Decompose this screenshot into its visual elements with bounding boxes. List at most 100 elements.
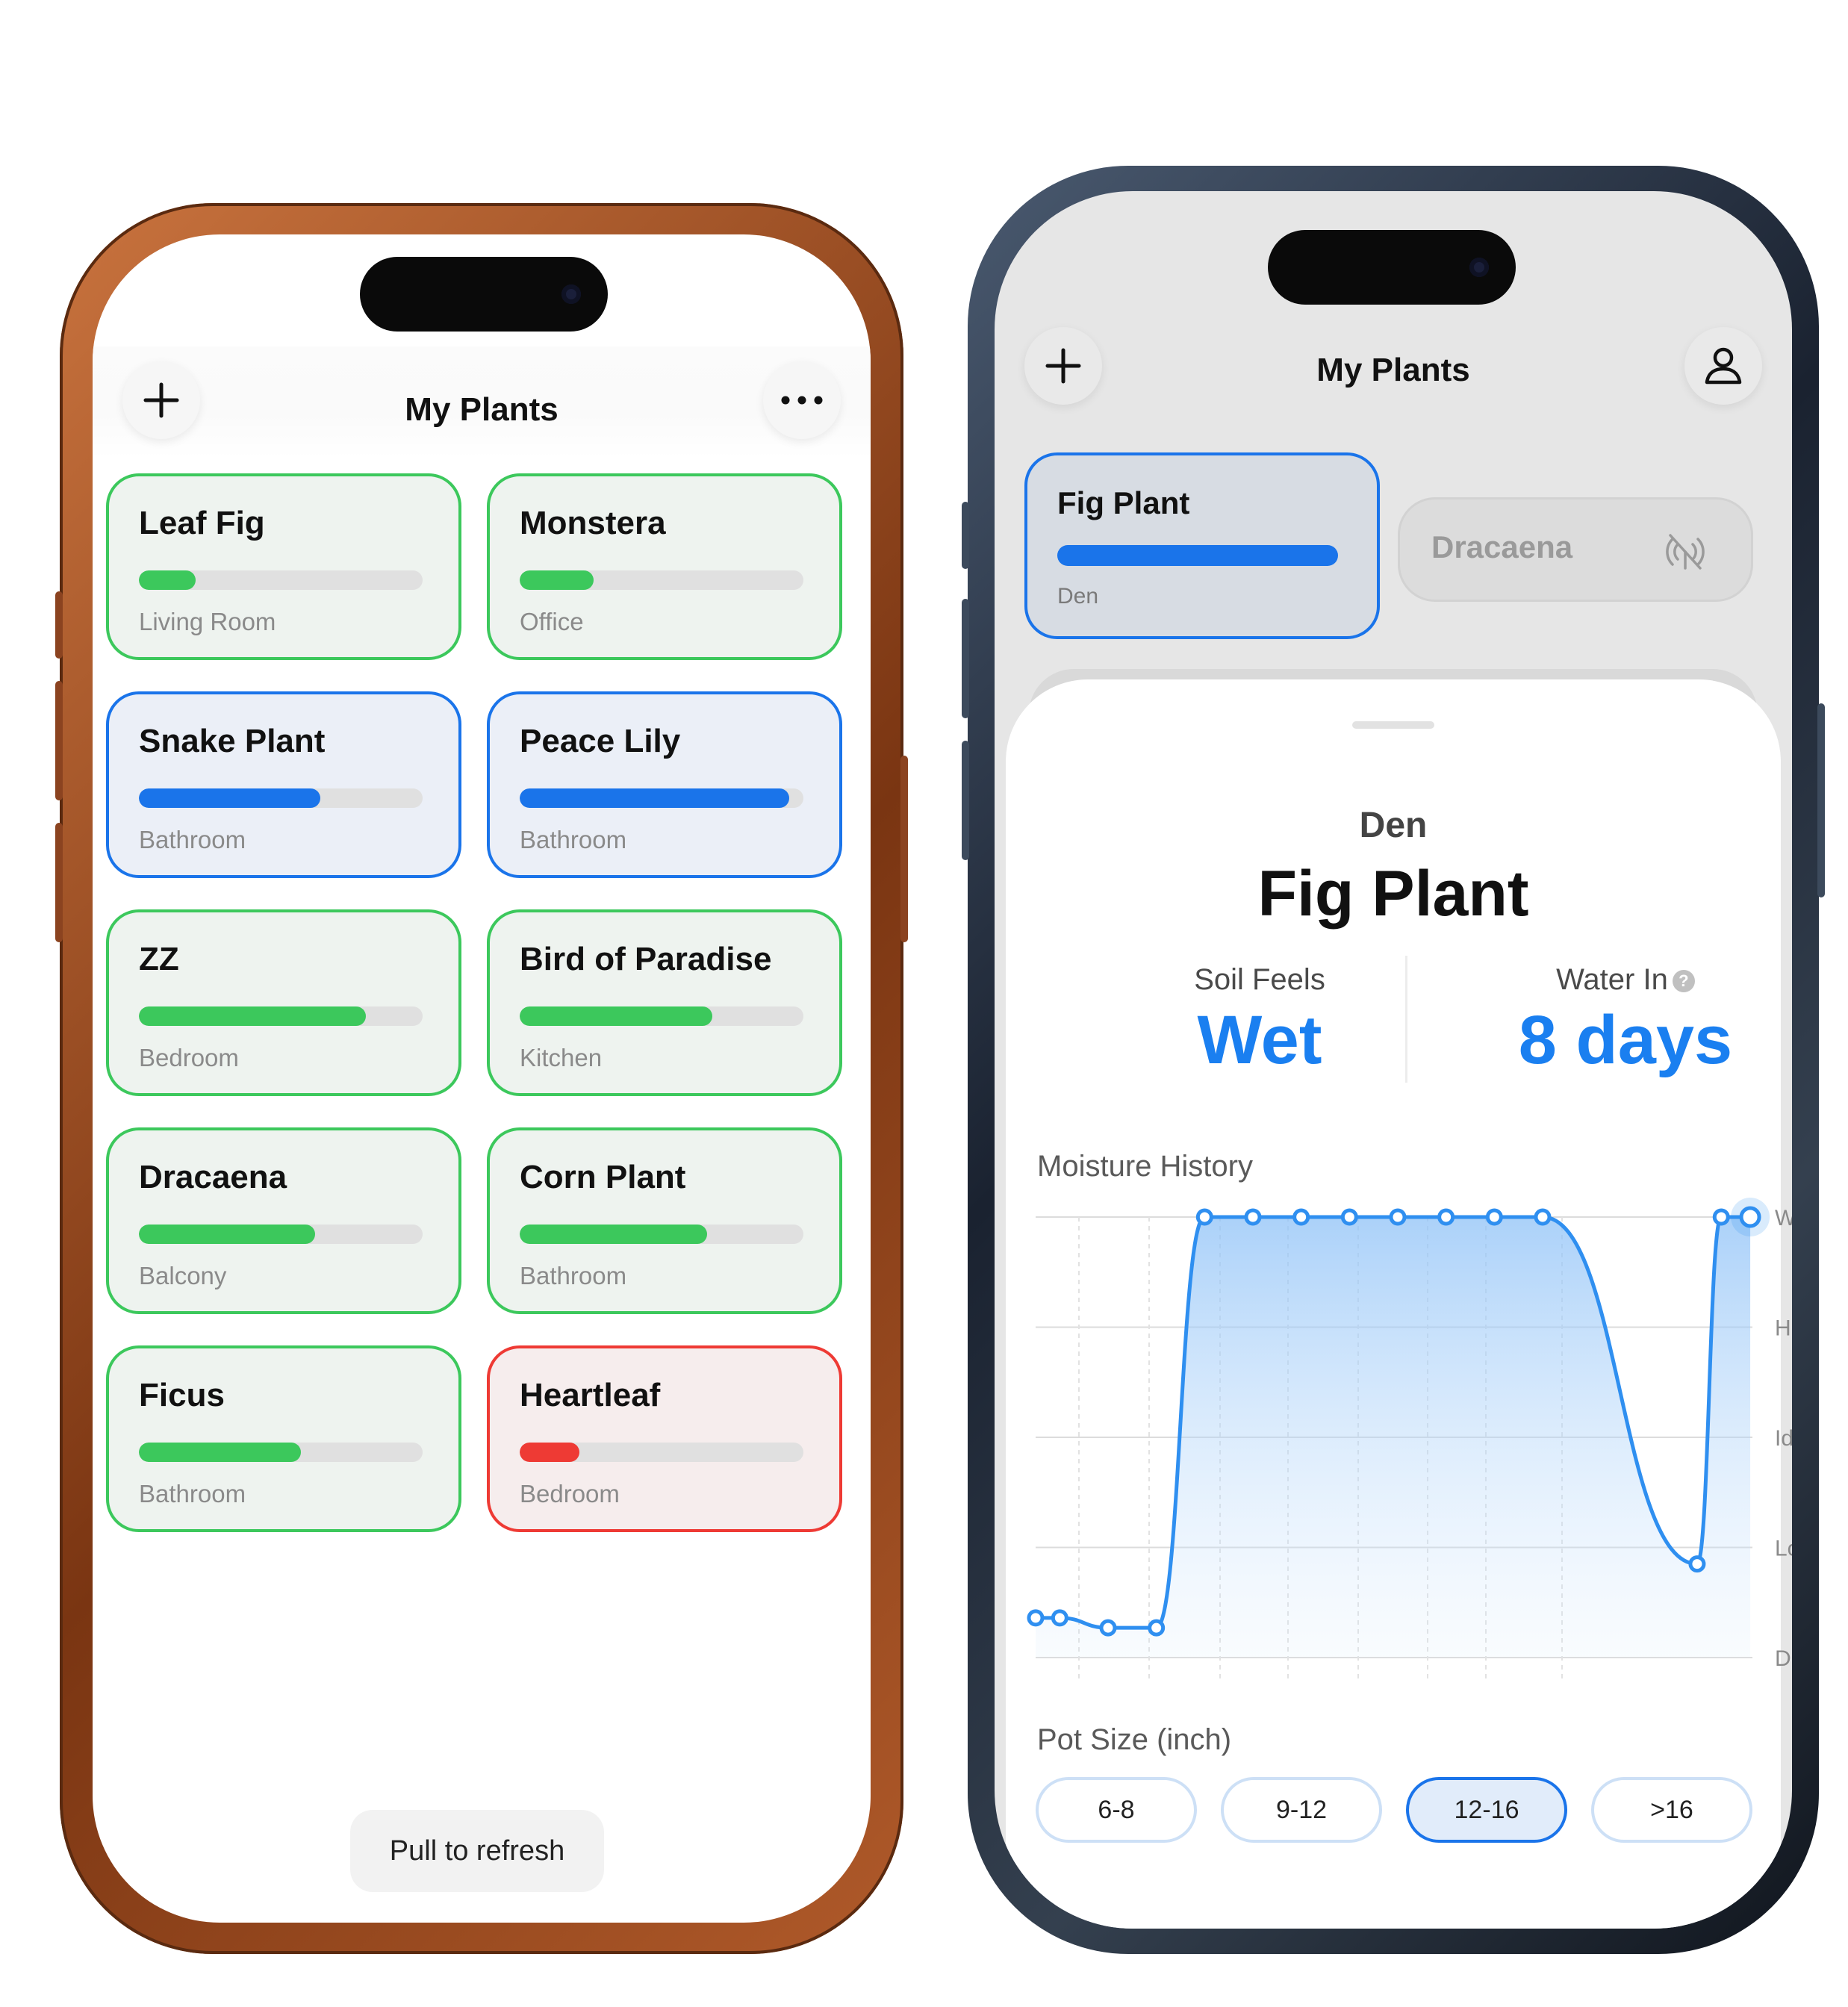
- plant-name: Monstera: [520, 505, 666, 541]
- data-point: [1051, 1609, 1068, 1627]
- plant-card[interactable]: Snake Plant Bathroom: [106, 691, 461, 878]
- soil-stat: Soil Feels Wet: [1080, 963, 1439, 1080]
- plant-tab-room: Den: [1057, 584, 1099, 609]
- moisture-history-chart: Dry Low Ideal High Wet Sun Tue Thu Sat Mon Wed Fri S…: [1027, 1198, 1792, 1680]
- moisture-bar-fill: [139, 788, 321, 808]
- volume-up-button: [55, 681, 63, 800]
- plant-name: Heartleaf: [520, 1377, 661, 1413]
- ellipsis-icon: [781, 396, 823, 405]
- plant-room: Bathroom: [139, 1480, 246, 1507]
- front-camera: [1469, 258, 1489, 277]
- data-point: [1437, 1208, 1455, 1226]
- moisture-bar-fill: [139, 1443, 301, 1462]
- sheet-grabber[interactable]: [1352, 721, 1434, 729]
- dynamic-island: [1268, 230, 1516, 305]
- x-tick-label: Fri: [1493, 1677, 1519, 1680]
- volume-up-button: [962, 599, 969, 718]
- no-signal-icon: [1666, 534, 1705, 570]
- y-tick-label: High: [1775, 1316, 1792, 1341]
- moisture-bar: [520, 570, 803, 590]
- plant-name: Corn Plant: [520, 1159, 686, 1195]
- x-tick-label: Mon: [1366, 1677, 1409, 1680]
- power-button: [1817, 703, 1825, 897]
- detail-location: Den: [1359, 806, 1428, 845]
- page-title: My Plants: [405, 391, 559, 428]
- moisture-bar-fill: [1057, 545, 1338, 566]
- pot-size-option[interactable]: 9-12: [1221, 1777, 1382, 1843]
- plant-card[interactable]: Dracaena Balcony: [106, 1127, 461, 1314]
- right-screen: My Plants Fig Plant Den Dracaena Den Fig…: [995, 191, 1792, 1929]
- data-point: [1340, 1208, 1358, 1226]
- moisture-bar: [139, 570, 423, 590]
- soil-label: Soil Feels: [1194, 963, 1325, 996]
- data-point: [1688, 1555, 1706, 1573]
- data-point: [1534, 1208, 1552, 1226]
- plant-card[interactable]: ZZ Bedroom: [106, 909, 461, 1096]
- water-label-row: Water In?: [1446, 963, 1792, 997]
- chart-title: Moisture History: [1037, 1150, 1253, 1183]
- x-tick-label: Tue: [1157, 1677, 1195, 1680]
- volume-down-button: [962, 741, 969, 860]
- plant-room: Office: [520, 608, 584, 635]
- plant-card[interactable]: Peace Lily Bathroom: [487, 691, 842, 878]
- person-icon: [1705, 347, 1742, 385]
- plant-room: Living Room: [139, 608, 276, 635]
- moisture-bar: [139, 788, 423, 808]
- moisture-bar-fill: [520, 1225, 707, 1244]
- pot-size-option[interactable]: >16: [1591, 1777, 1752, 1843]
- plant-tab-dracaena[interactable]: Dracaena: [1398, 497, 1753, 602]
- moisture-bar: [520, 1225, 803, 1244]
- plant-room: Bathroom: [520, 1262, 627, 1289]
- plant-room: Bedroom: [520, 1480, 620, 1507]
- stat-divider: [1405, 956, 1407, 1083]
- data-point: [1195, 1208, 1213, 1226]
- help-icon[interactable]: ?: [1672, 970, 1695, 993]
- x-tick-label: Sat: [1295, 1677, 1330, 1680]
- pull-to-refresh-button[interactable]: Pull to refresh: [350, 1810, 604, 1892]
- moisture-bar-fill: [139, 1006, 366, 1026]
- plant-name: Leaf Fig: [139, 505, 265, 541]
- water-value: 8 days: [1518, 1002, 1733, 1078]
- profile-button[interactable]: [1684, 327, 1762, 405]
- y-tick-label: Dry: [1775, 1646, 1792, 1671]
- moisture-bar: [139, 1225, 423, 1244]
- more-options-button[interactable]: [763, 361, 841, 439]
- plant-tab-fig-plant[interactable]: Fig Plant Den: [1024, 452, 1380, 639]
- plant-detail-sheet: Den Fig Plant Soil Feels Wet Water In? 8…: [1006, 679, 1792, 1929]
- plant-card[interactable]: Leaf Fig Living Room: [106, 473, 461, 660]
- moisture-bar-fill: [139, 570, 196, 590]
- moisture-bar-fill: [520, 1006, 713, 1026]
- plant-room: Balcony: [139, 1262, 227, 1289]
- x-tick-label: Sun: [1569, 1677, 1609, 1680]
- data-point: [1739, 1206, 1761, 1228]
- front-camera: [561, 284, 581, 304]
- water-stat: Water In? 8 days: [1446, 963, 1792, 1080]
- plant-tab-name: Dracaena: [1431, 529, 1573, 564]
- plant-card[interactable]: Ficus Bathroom: [106, 1345, 461, 1532]
- data-point: [1389, 1208, 1407, 1226]
- plant-card[interactable]: Heartleaf Bedroom: [487, 1345, 842, 1532]
- pot-size-option[interactable]: 6-8: [1036, 1777, 1197, 1843]
- moisture-bar: [520, 788, 803, 808]
- moisture-bar: [520, 1006, 803, 1026]
- plant-card[interactable]: Bird of Paradise Kitchen: [487, 909, 842, 1096]
- data-point: [1244, 1208, 1262, 1226]
- pot-size-selector: 6-8 9-12 12-16 >16: [1036, 1777, 1792, 1852]
- action-button: [962, 502, 969, 569]
- x-tick-label: Thu: [1228, 1677, 1266, 1680]
- plant-card[interactable]: Monstera Office: [487, 473, 842, 660]
- y-tick-label: Low: [1775, 1537, 1792, 1561]
- plant-room: Bedroom: [139, 1044, 239, 1071]
- data-point: [1485, 1208, 1503, 1226]
- data-point: [1712, 1208, 1730, 1226]
- data-point: [1292, 1208, 1310, 1226]
- data-point: [1099, 1619, 1117, 1637]
- action-button: [55, 591, 63, 659]
- plant-name: Snake Plant: [139, 723, 326, 759]
- plant-name: Peace Lily: [520, 723, 681, 759]
- plant-name: Ficus: [139, 1377, 225, 1413]
- plant-card[interactable]: Corn Plant Bathroom: [487, 1127, 842, 1314]
- y-tick-label: Wet: [1775, 1206, 1792, 1230]
- pot-size-option[interactable]: 12-16: [1406, 1777, 1567, 1843]
- x-tick-label: Wed: [1435, 1677, 1481, 1680]
